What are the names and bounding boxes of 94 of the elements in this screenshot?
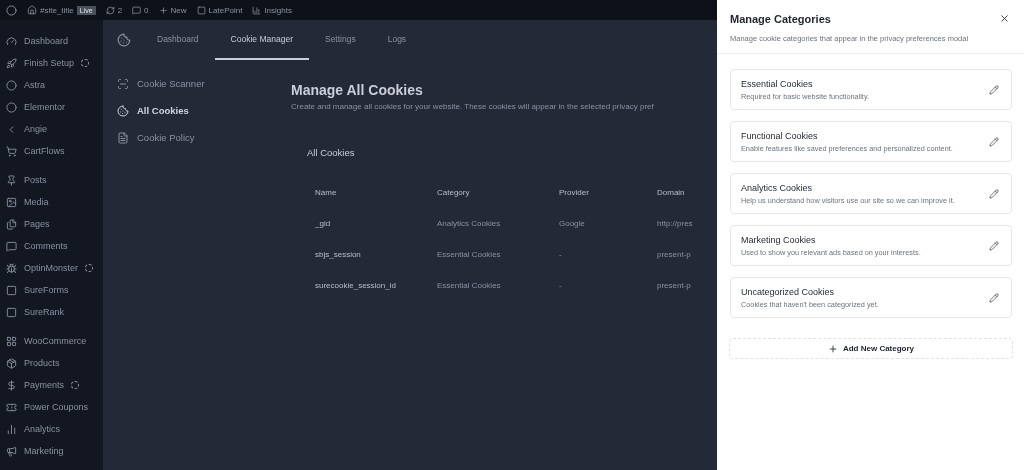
column-header: Category	[437, 188, 471, 197]
circle-icon	[6, 79, 17, 91]
square-icon	[6, 284, 17, 296]
square-icon[interactable]	[196, 5, 206, 15]
nav-item[interactable]: All Cookies	[117, 101, 275, 120]
nav-item[interactable]: Cookie Scanner	[117, 74, 275, 93]
sidebar-item[interactable]: CartFlows	[24, 146, 65, 156]
image-icon	[6, 196, 17, 208]
comment-icon	[6, 240, 17, 252]
table-cell-text: Google	[559, 219, 586, 228]
nav-tab[interactable]: Logs	[371, 20, 423, 60]
rocket-icon	[6, 57, 17, 69]
logo-icon[interactable]	[6, 4, 17, 16]
close-button[interactable]	[999, 13, 1010, 24]
table-cell-text: Analytics Cookies	[437, 219, 502, 228]
gauge-icon	[6, 35, 17, 47]
nav-item[interactable]: Cookie Policy	[117, 128, 275, 147]
updates-count[interactable]: 2	[117, 5, 123, 15]
nav-tab[interactable]: Settings	[308, 20, 372, 60]
nav-tab[interactable]: Cookie Manager	[214, 20, 309, 60]
category-name: Analytics Cookies	[741, 182, 814, 193]
column-header: Provider	[559, 188, 590, 197]
sidebar-item[interactable]: Media	[24, 197, 49, 207]
category-name: Functional Cookies	[741, 130, 819, 141]
edit-button[interactable]	[989, 292, 999, 303]
grid-icon	[6, 335, 17, 347]
scan-icon	[117, 77, 129, 90]
ticket-icon	[6, 401, 17, 413]
sidebar-item[interactable]: Finish Setup	[24, 58, 75, 68]
new-link[interactable]: New	[170, 5, 187, 15]
add-category-button[interactable]: Add New Category	[729, 338, 1013, 359]
column-header: Domain	[657, 188, 686, 197]
category-name: Marketing Cookies	[741, 234, 817, 245]
table-cell-text: _gid	[315, 219, 332, 228]
cart-icon	[6, 145, 17, 157]
sidebar-item[interactable]: SureRank	[24, 307, 65, 317]
panel-title: Manage Categories	[730, 13, 831, 25]
home-icon[interactable]	[27, 5, 37, 15]
sidebar-item[interactable]: Power Coupons	[24, 402, 89, 412]
table-cell-text: sbjs_session	[315, 250, 362, 259]
comment-icon[interactable]	[132, 5, 142, 15]
card-title: All Cookies	[307, 147, 356, 158]
logo-icon	[117, 33, 131, 47]
bar-chart-icon[interactable]	[252, 5, 262, 15]
sidebar-item[interactable]: Posts	[24, 175, 47, 185]
nav-tab[interactable]: Dashboard	[141, 20, 215, 60]
page-description: Create and manage all cookies for your website. These cookies will appear in the selected privacy pref	[291, 102, 655, 111]
table-cell-text: surecookie_session_id	[315, 281, 397, 290]
table-cell-text: Essential Cookies	[437, 281, 502, 290]
category-name: Essential Cookies	[741, 78, 814, 89]
sidebar-item[interactable]: Angie	[24, 124, 48, 134]
column-header: Name	[315, 188, 338, 197]
table-cell-text: present-p	[657, 250, 692, 259]
comments-count[interactable]: 0	[144, 5, 149, 15]
edit-button[interactable]	[989, 136, 999, 147]
sidebar-item[interactable]: Astra	[24, 80, 45, 90]
sidebar-item[interactable]: Dashboard	[24, 36, 69, 46]
sidebar-item[interactable]: OptinMonster	[24, 263, 79, 273]
page-title: Manage All Cookies	[291, 82, 424, 98]
bug-icon	[6, 262, 17, 274]
site-title[interactable]: #site_title	[40, 5, 74, 15]
sidebar-item[interactable]: Pages	[24, 219, 50, 229]
sidebar-item[interactable]: WooCommerce	[24, 336, 87, 346]
pages-icon	[6, 218, 17, 230]
pin-icon	[6, 174, 17, 186]
cookie-icon	[117, 104, 129, 117]
admin-bar-link[interactable]: LatePoint	[208, 5, 243, 15]
sidebar-item[interactable]: Elementor	[24, 102, 66, 112]
square-icon	[6, 306, 17, 318]
refresh-icon[interactable]	[105, 5, 115, 15]
dollar-icon	[6, 379, 17, 391]
bar-chart-icon	[6, 423, 17, 435]
box-icon	[6, 357, 17, 369]
table-cell-text: present-p	[657, 281, 692, 290]
plus-icon	[827, 343, 838, 354]
table-cell-text: -	[559, 281, 563, 290]
edit-button[interactable]	[989, 188, 999, 199]
table-cell-text: Essential Cookies	[437, 250, 502, 259]
plus-icon[interactable]	[158, 5, 168, 15]
document-icon	[117, 131, 129, 144]
table-cell-text: http://pres	[657, 219, 694, 228]
edit-button[interactable]	[989, 84, 999, 95]
sidebar-item[interactable]: SureForms	[24, 285, 69, 295]
sidebar-item[interactable]: Marketing	[24, 446, 64, 456]
sidebar-item[interactable]: Analytics	[24, 424, 60, 434]
edit-button[interactable]	[989, 240, 999, 251]
table-cell-text: -	[559, 250, 563, 259]
circle-icon	[6, 101, 17, 113]
sidebar-item[interactable]: Comments	[24, 241, 68, 251]
megaphone-icon	[6, 445, 17, 457]
category-name: Uncategorized Cookies	[741, 286, 836, 297]
sidebar-item[interactable]: Payments	[24, 380, 65, 390]
sidebar-item[interactable]: Products	[24, 358, 60, 368]
admin-bar-link[interactable]: Insights	[264, 5, 292, 15]
